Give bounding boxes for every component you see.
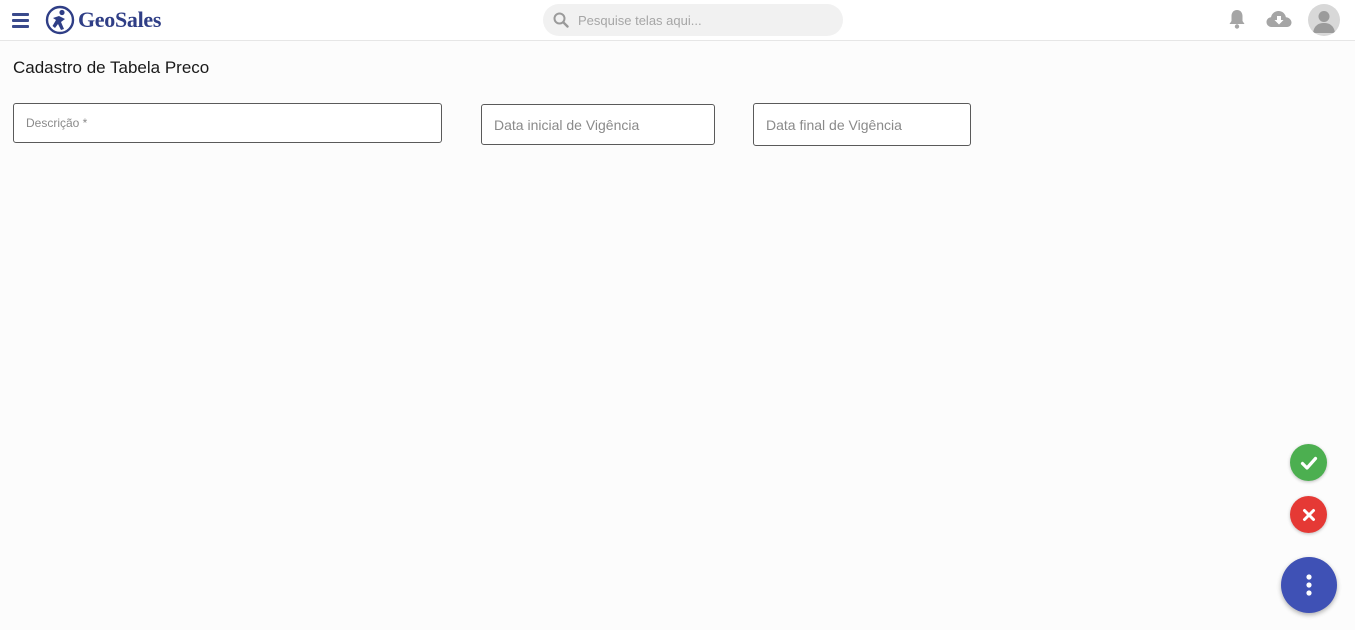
cloud-download-icon[interactable] <box>1265 8 1293 35</box>
logo-icon <box>45 5 75 35</box>
menu-icon[interactable] <box>12 10 32 30</box>
data-final-input[interactable] <box>754 104 970 145</box>
bell-icon[interactable] <box>1227 8 1247 35</box>
logo-text: GeoSales <box>78 7 162 32</box>
data-inicial-field[interactable] <box>481 104 715 145</box>
search-bar[interactable] <box>543 4 843 36</box>
more-actions-button[interactable] <box>1281 557 1337 613</box>
descricao-input[interactable] <box>14 104 441 142</box>
data-inicial-input[interactable] <box>482 105 714 144</box>
close-icon <box>1302 508 1315 521</box>
page-title: Cadastro de Tabela Preco <box>13 58 210 77</box>
user-avatar-icon[interactable] <box>1308 4 1340 36</box>
data-final-field[interactable] <box>753 103 971 146</box>
search-input[interactable] <box>576 11 826 29</box>
search-icon <box>553 12 569 28</box>
more-vertical-icon <box>1306 574 1312 596</box>
confirm-button[interactable] <box>1290 444 1327 481</box>
descricao-field[interactable] <box>13 103 442 143</box>
cancel-button[interactable] <box>1290 496 1327 533</box>
logo[interactable]: GeoSales <box>45 5 161 35</box>
check-icon <box>1300 456 1317 470</box>
top-bar: GeoSales <box>0 0 1355 41</box>
